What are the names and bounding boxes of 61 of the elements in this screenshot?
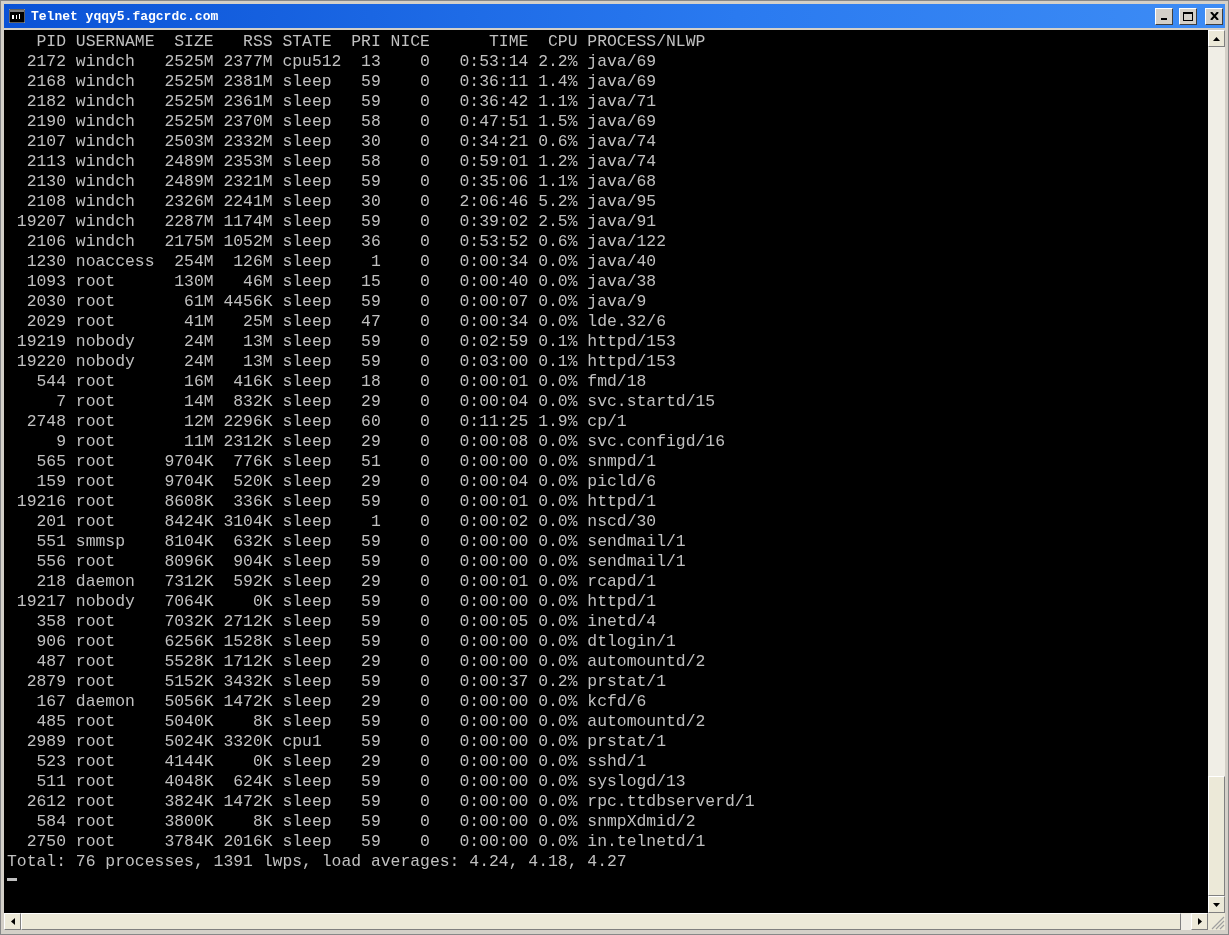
process-line: 485 root 5040K 8K sleep 59 0 0:00:00 0.0% automountd/2 <box>35 712 706 732</box>
close-button[interactable] <box>1205 7 1223 25</box>
process-line: 2190 windch 2525M 2370M sleep 58 0 0:47:51 1.5% java/69 <box>25 112 657 132</box>
process-line: 218 daemon 7312K 592K sleep 29 0 0:00:01 0.0% rcapd/1 <box>35 572 657 592</box>
process-line: 2879 root 5152K 3432K sleep 59 0 0:00:37 0.2% prstat/1 <box>25 672 666 692</box>
process-line: 544 root 16M 416K sleep 18 0 0:00:01 0.0% fmd/18 <box>35 372 647 392</box>
close-icon <box>1209 12 1219 20</box>
scroll-down-button[interactable] <box>1208 896 1225 913</box>
maximize-icon <box>1183 11 1193 21</box>
process-line: 1093 root 130M 46M sleep 15 0 0:00:40 0.0% java/38 <box>25 272 657 292</box>
process-line: 2172 windch 2525M 2377M cpu512 13 0 0:53:14 2.2% java/69 <box>25 52 657 72</box>
process-line: 2989 root 5024K 3320K cpu1 59 0 0:00:00 0.0% prstat/1 <box>25 732 666 752</box>
process-line: 2106 windch 2175M 1052M sleep 36 0 0:53:52 0.6% java/122 <box>25 232 666 252</box>
process-line: 19220 nobody 24M 13M sleep 59 0 0:03:00 0.1% httpd/153 <box>15 352 676 372</box>
process-line: 2612 root 3824K 1472K sleep 59 0 0:00:00 0.0% rpc.ttdbserverd/1 <box>25 792 755 812</box>
process-line: 1230 noaccess 254M 126M sleep 1 0 0:00:34 0.0% java/40 <box>25 252 657 272</box>
scroll-up-button[interactable] <box>1208 30 1225 47</box>
process-line: 19217 nobody 7064K 0K sleep 59 0 0:00:00 0.0% httpd/1 <box>15 592 657 612</box>
process-line: 2130 windch 2489M 2321M sleep 59 0 0:35:06 1.1% java/68 <box>25 172 657 192</box>
down-triangle-icon <box>1213 902 1220 907</box>
resize-grip-icon[interactable] <box>1208 913 1225 930</box>
process-line: 2108 windch 2326M 2241M sleep 30 0 2:06:46 5.2% java/95 <box>25 192 657 212</box>
process-line: 2750 root 3784K 2016K sleep 59 0 0:00:00 0.0% in.telnetd/1 <box>25 832 706 852</box>
process-line: 201 root 8424K 3104K sleep 1 0 0:00:02 0.0% nscd/30 <box>35 512 657 532</box>
process-line: 7 root 14M 832K sleep 29 0 0:00:04 0.0% svc.startd/15 <box>55 392 716 412</box>
maximize-button[interactable] <box>1179 7 1197 25</box>
process-line: 556 root 8096K 904K sleep 59 0 0:00:00 0.0% sendmail/1 <box>35 552 686 572</box>
text-cursor <box>7 878 17 881</box>
process-line: 2029 root 41M 25M sleep 47 0 0:00:34 0.0% lde.32/6 <box>25 312 666 332</box>
process-line: 906 root 6256K 1528K sleep 59 0 0:00:00 0.0% dtlogin/1 <box>35 632 676 652</box>
process-line: 167 daemon 5056K 1472K sleep 29 0 0:00:00 0.0% kcfd/6 <box>35 692 647 712</box>
process-line: 523 root 4144K 0K sleep 29 0 0:00:00 0.0% sshd/1 <box>35 752 647 772</box>
process-line: 511 root 4048K 624K sleep 59 0 0:00:00 0.0% syslogd/13 <box>35 772 686 792</box>
process-line: 2113 windch 2489M 2353M sleep 58 0 0:59:01 1.2% java/74 <box>25 152 657 172</box>
process-line: 2748 root 12M 2296K sleep 60 0 0:11:25 1.9% cp/1 <box>25 412 627 432</box>
summary-line: Total: 76 processes, 1391 lwps, load averages: 4.24, 4.18, 4.27 <box>7 852 627 872</box>
column-header-line: PID USERNAME SIZE RSS STATE PRI NICE TIME CPU PROCESS/NLWP <box>35 32 706 52</box>
process-line: 2030 root 61M 4456K sleep 59 0 0:00:07 0.0% java/9 <box>25 292 647 312</box>
process-line: 551 smmsp 8104K 632K sleep 59 0 0:00:00 0.0% sendmail/1 <box>35 532 686 552</box>
process-line: 565 root 9704K 776K sleep 51 0 0:00:00 0.0% snmpd/1 <box>35 452 657 472</box>
scrollbar-thumb[interactable] <box>1208 776 1225 896</box>
process-line: 358 root 7032K 2712K sleep 59 0 0:00:05 0.0% inetd/4 <box>35 612 657 632</box>
minimize-button[interactable] <box>1155 7 1173 25</box>
process-line: 19219 nobody 24M 13M sleep 59 0 0:02:59 0.1% httpd/153 <box>15 332 676 352</box>
window-title: Telnet yqqy5.fagcrdc.com <box>31 8 219 24</box>
left-triangle-icon <box>10 918 15 925</box>
vertical-scrollbar[interactable] <box>1208 30 1225 913</box>
process-line: 159 root 9704K 520K sleep 29 0 0:00:04 0.0% picld/6 <box>35 472 657 492</box>
process-line: 2107 windch 2503M 2332M sleep 30 0 0:34:21 0.6% java/74 <box>25 132 657 152</box>
right-triangle-icon <box>1197 918 1202 925</box>
scroll-left-button[interactable] <box>4 913 21 930</box>
process-line: 584 root 3800K 8K sleep 59 0 0:00:00 0.0% snmpXdmid/2 <box>35 812 696 832</box>
process-line: 2182 windch 2525M 2361M sleep 59 0 0:36:42 1.1% java/71 <box>25 92 657 112</box>
process-line: 19207 windch 2287M 1174M sleep 59 0 0:39:02 2.5% java/91 <box>15 212 657 232</box>
process-line: 2168 windch 2525M 2381M sleep 59 0 0:36:11 1.4% java/69 <box>25 72 657 92</box>
scroll-right-button[interactable] <box>1191 913 1208 930</box>
process-line: 487 root 5528K 1712K sleep 29 0 0:00:00 0.0% automountd/2 <box>35 652 706 672</box>
process-line: 9 root 11M 2312K sleep 29 0 0:00:08 0.0% svc.configd/16 <box>55 432 726 452</box>
up-triangle-icon <box>1213 36 1220 41</box>
console-icon <box>9 9 25 23</box>
process-line: 19216 root 8608K 336K sleep 59 0 0:00:01 0.0% httpd/1 <box>15 492 657 512</box>
